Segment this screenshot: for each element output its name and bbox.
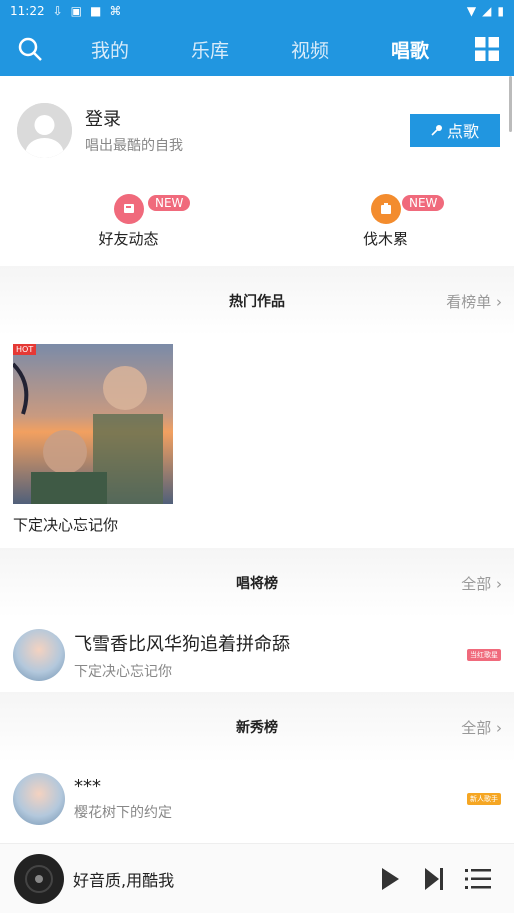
hot-works-header: 热门作品 看榜单 ›	[0, 266, 514, 336]
newcomer-chart-all-link[interactable]: 全部 ›	[461, 717, 502, 738]
singer-chart-header: 唱将榜 全部 ›	[0, 548, 514, 618]
tab-sing[interactable]: 唱歌	[391, 36, 429, 63]
square-icon: ■	[90, 4, 102, 18]
search-button[interactable]	[0, 36, 60, 62]
request-song-button[interactable]: 点歌	[410, 113, 500, 147]
singer-name: ***	[74, 776, 101, 797]
download-icon: ⇩	[52, 4, 63, 18]
newcomer-chart-title: 新秀榜	[236, 720, 278, 736]
song-name: 樱花树下的约定	[74, 805, 172, 821]
play-icon	[382, 867, 399, 890]
work-cover[interactable]: HOT	[13, 344, 173, 504]
next-button[interactable]	[412, 867, 456, 891]
tab-video[interactable]: 视频	[291, 36, 329, 63]
nav-tabs: 我的 乐库 视频 唱歌	[60, 36, 460, 63]
status-time: 11:22	[10, 4, 45, 18]
hot-works-list: HOT 下定决心忘记你	[0, 336, 514, 548]
battery-icon: ▮	[497, 4, 504, 18]
work-title[interactable]: 下定决心忘记你	[13, 514, 514, 535]
avatar	[13, 629, 65, 681]
list-item[interactable]: *** 樱花树下的约定 新人歌手	[0, 762, 514, 836]
request-song-label: 点歌	[446, 122, 479, 141]
new-badge: NEW	[148, 195, 191, 211]
microphone-icon	[431, 125, 442, 136]
status-bar: 11:22 ⇩ ▣ ■ ⌘ ▼ ◢ ▮	[0, 0, 514, 22]
newcomer-chart-header: 新秀榜 全部 ›	[0, 692, 514, 762]
album-disc[interactable]	[14, 853, 64, 904]
default-avatar-icon	[17, 102, 72, 158]
quick-entries: NEW 好友动态 NEW 伐木累	[0, 184, 514, 266]
playlist-icon	[465, 868, 491, 889]
avatar[interactable]	[17, 102, 72, 158]
login-label[interactable]: 登录	[85, 105, 183, 131]
notification-icon: ▣	[70, 4, 82, 18]
play-button[interactable]	[368, 867, 412, 891]
singer-chart-title: 唱将榜	[236, 576, 278, 592]
grid-button[interactable]	[460, 37, 514, 61]
vinyl-icon	[15, 854, 63, 903]
hot-badge: HOT	[13, 344, 37, 355]
cover-image	[13, 362, 163, 504]
wifi-icon: ▼	[466, 4, 477, 18]
profile-card: 登录 唱出最酷的自我 点歌 NEW 好友动态 NEW 伐木累	[0, 76, 514, 266]
profile-subtitle: 唱出最酷的自我	[85, 138, 183, 154]
team-icon	[370, 194, 401, 224]
hot-works-title: 热门作品	[229, 294, 285, 310]
tab-mine[interactable]: 我的	[91, 36, 129, 63]
grid-icon	[475, 37, 499, 61]
list-item[interactable]: 飞雪香比风华狗追着拼命舔 下定决心忘记你 当红歌星	[0, 618, 514, 692]
singer-chart-all-link[interactable]: 全部 ›	[461, 573, 502, 594]
friends-feed-icon	[113, 194, 144, 224]
work-item[interactable]: HOT 下定决心忘记你	[13, 344, 514, 535]
song-name: 下定决心忘记你	[74, 663, 172, 680]
mini-player: 好音质,用酷我	[0, 843, 514, 913]
tab-library[interactable]: 乐库	[191, 36, 229, 63]
rank-tag: 新人歌手	[467, 793, 501, 805]
singer-chart-list: 飞雪香比风华狗追着拼命舔 下定决心忘记你 当红歌星	[0, 618, 514, 692]
view-charts-link[interactable]: 看榜单 ›	[446, 291, 502, 312]
app-icon: ⌘	[109, 4, 122, 18]
profile-row: 登录 唱出最酷的自我 点歌	[0, 76, 514, 184]
quick-entry-label: 好友动态	[98, 230, 159, 248]
rank-tag: 当红歌星	[467, 649, 501, 661]
next-icon	[425, 867, 443, 890]
new-badge: NEW	[402, 195, 445, 211]
playlist-button[interactable]	[456, 868, 500, 890]
profile-info[interactable]: 登录 唱出最酷的自我	[85, 105, 183, 155]
search-icon	[18, 37, 42, 61]
top-nav: 我的 乐库 视频 唱歌	[0, 22, 514, 76]
singer-name: 飞雪香比风华狗追着拼命舔	[74, 633, 290, 655]
player-title[interactable]: 好音质,用酷我	[73, 867, 368, 891]
avatar	[13, 773, 65, 825]
quick-entry-team[interactable]: NEW 伐木累	[257, 194, 514, 266]
quick-entry-friends[interactable]: NEW 好友动态	[0, 194, 257, 266]
scrollbar[interactable]	[509, 76, 512, 132]
quick-entry-label: 伐木累	[362, 230, 408, 248]
signal-icon: ◢	[482, 4, 492, 18]
